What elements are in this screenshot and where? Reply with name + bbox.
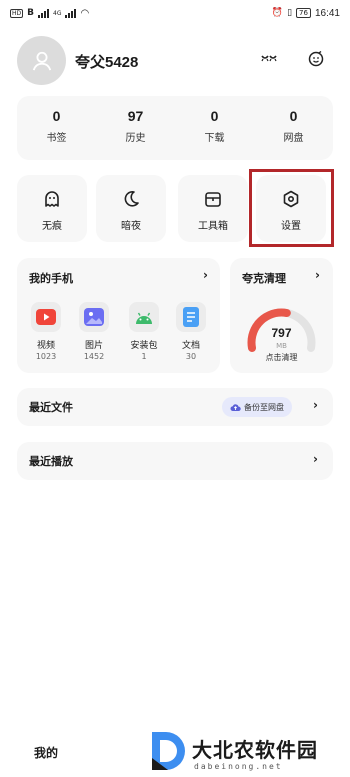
stat-downloads[interactable]: 0 下载 (175, 96, 254, 160)
stat-value: 0 (210, 108, 219, 124)
recent-files-row[interactable]: 最近文件 备份至网盘 › (17, 388, 333, 426)
stats-card: 0 书签 97 历史 0 下载 0 网盘 (17, 96, 333, 160)
eyes-closed-icon[interactable] (257, 47, 281, 71)
tool-label: 暗夜 (121, 221, 141, 232)
watermark-d-icon (152, 732, 185, 770)
stat-history[interactable]: 97 历史 (96, 96, 175, 160)
my-phone-card[interactable]: 我的手机 › 视频 1023 图片 1452 安装包 1 文档 30 (17, 258, 220, 373)
storage-unit: MB (276, 342, 287, 350)
status-left: HD B 4G ◠ (10, 8, 89, 19)
wifi-icon: ◠ (80, 7, 90, 19)
clean-button[interactable]: 点击清理 (230, 352, 333, 363)
document-icon (176, 302, 206, 332)
stat-label: 书签 (46, 133, 67, 144)
backup-to-cloud-button[interactable]: 备份至网盘 (222, 397, 292, 417)
watermark-logo: 大北农软件园 dabeinong.net (148, 728, 348, 774)
app-count: 1 (141, 352, 147, 361)
avatar[interactable] (17, 36, 66, 85)
tool-night-mode[interactable]: 暗夜 (96, 175, 166, 242)
tool-label: 工具箱 (198, 221, 228, 232)
chevron-right-icon[interactable]: › (313, 398, 318, 412)
image-icon (79, 302, 109, 332)
cleaner-card[interactable]: 夸克清理 › 797 MB 点击清理 (230, 258, 333, 373)
stat-cloud-drive[interactable]: 0 网盘 (254, 96, 333, 160)
app-name: 视频 (36, 341, 55, 351)
signal-icon-2 (65, 8, 77, 18)
stat-label: 下载 (204, 133, 225, 144)
recent-files-title: 最近文件 (29, 401, 73, 414)
tool-incognito[interactable]: 无痕 (17, 175, 87, 242)
app-name: 安装包 (130, 341, 158, 351)
stat-value: 97 (127, 108, 144, 124)
alarm-icon: ⏰ (271, 8, 284, 18)
app-name: 文档 (181, 341, 200, 351)
tool-label: 无痕 (42, 221, 62, 232)
video-play-icon (31, 302, 61, 332)
user-icon (32, 51, 51, 70)
clock: 16:41 (314, 7, 340, 19)
cleaner-title: 夸克清理 (242, 272, 286, 285)
tab-mine[interactable]: 我的 (34, 744, 58, 761)
backup-label: 备份至网盘 (244, 402, 284, 412)
signal-icon (38, 8, 50, 18)
app-packages[interactable]: 安装包 1 (124, 302, 164, 361)
stat-label: 历史 (125, 133, 146, 144)
storage-value: 797 (271, 326, 292, 340)
stat-bookmarks[interactable]: 0 书签 (17, 96, 96, 160)
ghost-icon (45, 191, 59, 207)
network-type: 4G (53, 9, 62, 17)
settings-highlight-box (249, 169, 334, 247)
app-count: 1452 (83, 352, 105, 361)
username[interactable]: 夸父5428 (75, 51, 138, 72)
chevron-right-icon[interactable]: › (203, 268, 208, 282)
recent-play-title: 最近播放 (29, 455, 73, 468)
watermark-sub-text: dabeinong.net (194, 762, 283, 771)
stat-value: 0 (52, 108, 61, 124)
app-video[interactable]: 视频 1023 (26, 302, 66, 361)
status-right: ⏰ ▯ 76 16:41 (272, 8, 340, 19)
chevron-right-icon[interactable]: › (313, 452, 318, 466)
stat-label: 网盘 (283, 133, 304, 144)
app-documents[interactable]: 文档 30 (171, 302, 211, 361)
status-bar: HD B 4G ◠ ⏰ ▯ 76 16:41 (0, 0, 350, 26)
smile-face-icon[interactable] (304, 47, 328, 71)
stat-value: 0 (289, 108, 298, 124)
app-count: 30 (185, 352, 197, 361)
cloud-upload-icon (230, 403, 241, 411)
toolbox-icon (205, 192, 221, 207)
app-count: 1023 (35, 352, 57, 361)
vibrate-icon: ▯ (287, 8, 293, 18)
my-phone-title: 我的手机 (29, 272, 73, 285)
hd-badge: HD (10, 8, 24, 18)
watermark-main-text: 大北农软件园 (192, 738, 318, 762)
battery-icon: 76 (296, 8, 311, 18)
app-name: 图片 (84, 341, 103, 351)
recent-play-row[interactable]: 最近播放 › (17, 442, 333, 480)
b-badge: B (27, 8, 35, 18)
tool-toolbox[interactable]: 工具箱 (178, 175, 248, 242)
moon-icon (124, 191, 139, 207)
app-images[interactable]: 图片 1452 (74, 302, 114, 361)
android-icon (129, 302, 159, 332)
chevron-right-icon[interactable]: › (315, 268, 320, 282)
